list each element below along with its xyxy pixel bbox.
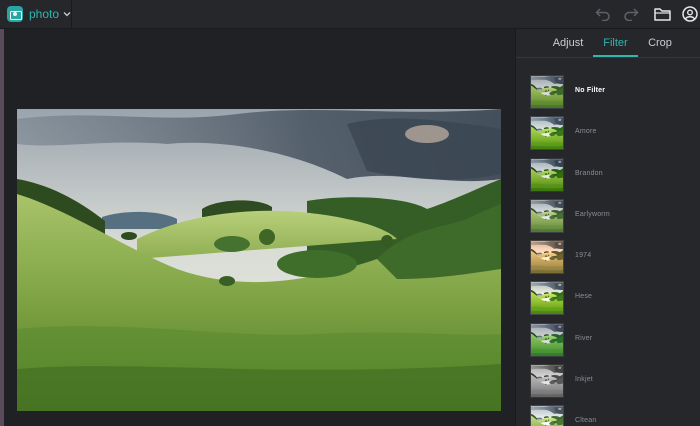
filter-item[interactable]: Brandon — [516, 156, 700, 197]
app-name: photo — [28, 7, 60, 21]
tab-crop[interactable]: Crop — [644, 29, 676, 57]
filter-thumbnail — [530, 198, 564, 233]
filter-label: 1974 — [575, 252, 592, 260]
filter-label: Amore — [575, 128, 597, 136]
panel-tabs: Adjust Filter Crop — [516, 29, 700, 58]
filter-label: Earlyworm — [575, 210, 610, 218]
filter-item[interactable]: Hese — [516, 279, 700, 320]
filter-thumbnail — [530, 281, 564, 316]
filter-label: Hese — [575, 293, 593, 301]
filter-thumbnail — [530, 322, 564, 357]
folder-icon[interactable] — [653, 5, 671, 23]
filter-item[interactable]: River — [516, 321, 700, 362]
tab-filter[interactable]: Filter — [593, 29, 638, 57]
filter-item[interactable]: Amore — [516, 114, 700, 155]
camera-icon — [7, 6, 23, 22]
filter-label: Brandon — [575, 169, 603, 177]
filter-label: Cltean — [575, 417, 597, 425]
filter-thumbnail — [530, 364, 564, 399]
filter-panel: Adjust Filter Crop No Filter Amore Brand… — [515, 29, 700, 426]
filter-list: No Filter Amore Brandon Earlyworm 1974 H… — [516, 73, 700, 426]
app-menu-button[interactable]: photo — [5, 0, 72, 28]
account-icon[interactable] — [681, 5, 699, 23]
filter-item[interactable]: Cltean — [516, 403, 700, 426]
filter-thumbnail — [530, 116, 564, 151]
photo-preview[interactable] — [17, 109, 501, 411]
filter-label: Inkjet — [575, 376, 593, 384]
filter-item[interactable]: Inkjet — [516, 362, 700, 403]
filter-label: River — [575, 334, 593, 342]
filter-label: No Filter — [575, 87, 606, 94]
filter-item[interactable]: No Filter — [516, 73, 700, 114]
undo-icon[interactable] — [594, 5, 612, 23]
filter-item[interactable]: Earlyworm — [516, 197, 700, 238]
filter-thumbnail — [530, 157, 564, 192]
filter-thumbnail — [530, 240, 564, 275]
top-toolbar: photo — [0, 0, 700, 29]
filter-item[interactable]: 1974 — [516, 238, 700, 279]
filter-thumbnail — [530, 75, 564, 109]
filter-thumbnail — [530, 405, 564, 426]
chevron-down-icon — [63, 12, 71, 17]
redo-icon[interactable] — [622, 5, 640, 23]
tab-adjust[interactable]: Adjust — [550, 29, 586, 57]
